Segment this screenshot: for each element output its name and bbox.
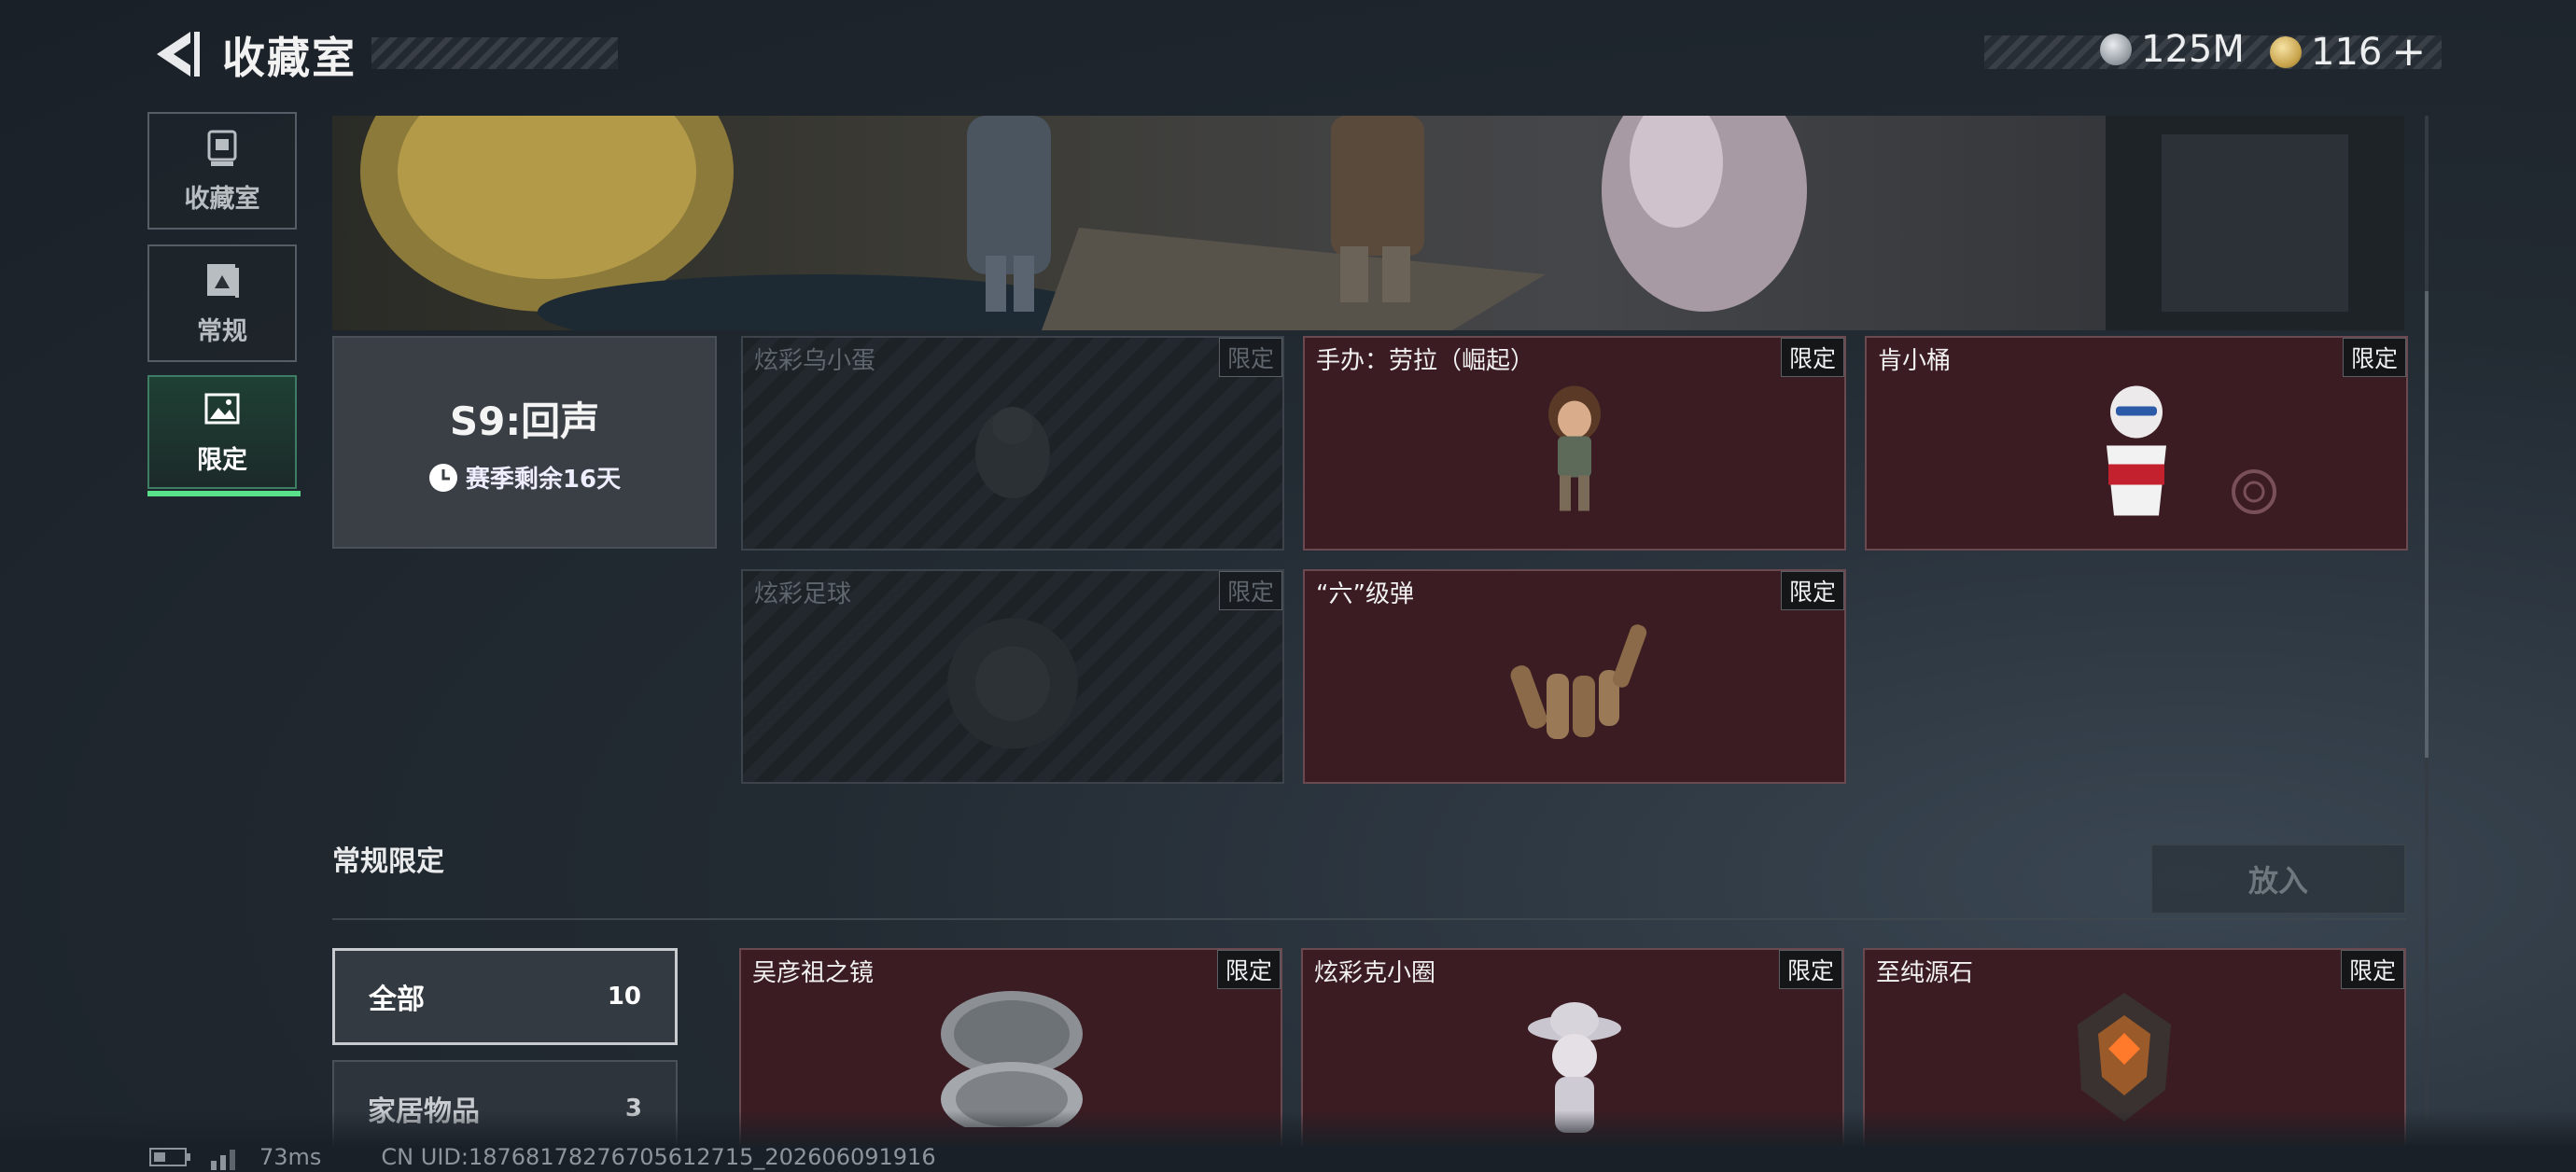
collectible-card[interactable]: 肯小桶 限定 <box>1865 336 2408 551</box>
crystal-stone-icon <box>2078 993 2171 1122</box>
back-arrow-icon <box>157 32 200 77</box>
lara-figure-icon <box>1548 385 1601 511</box>
sidebar-item-collection[interactable]: 收藏室 <box>147 112 297 230</box>
filter-label: 全部 <box>369 984 425 1016</box>
book-icon <box>207 263 239 298</box>
collectible-card[interactable]: 手办：劳拉（崛起） 限定 <box>1303 336 1846 551</box>
trophy-icon <box>207 130 237 166</box>
card-name: 炫彩乌小蛋 <box>754 347 876 375</box>
sidebar-item-limited[interactable]: 限定 <box>147 375 301 496</box>
silver-coin-icon <box>2100 34 2132 65</box>
limited-tag: 限定 <box>1778 950 1842 989</box>
signal-icon <box>211 1150 235 1170</box>
collectible-card[interactable]: “六”级弹 限定 <box>1303 569 1846 784</box>
hand-gesture-figure-icon <box>1510 624 1647 739</box>
section-divider <box>332 918 2406 920</box>
card-name: 吴彦祖之镜 <box>752 959 875 987</box>
clock-icon <box>428 463 457 492</box>
active-indicator <box>147 491 301 496</box>
season-title: S9:回声 <box>449 398 600 444</box>
sidebar-item-label: 常规 <box>197 316 247 346</box>
limited-tag: 限定 <box>1218 338 1282 377</box>
card-name: 炫彩克小圈 <box>1314 959 1436 987</box>
back-button[interactable] <box>149 28 205 80</box>
section-title: 常规限定 <box>332 845 444 878</box>
banner-artwork <box>360 116 2404 330</box>
page-title: 收藏室 <box>222 33 357 83</box>
card-name: “六”级弹 <box>1316 580 1414 608</box>
sidebar-item-label: 限定 <box>197 445 247 475</box>
scrollbar-thumb[interactable] <box>2425 291 2429 758</box>
season-card[interactable]: S9:回声 赛季剩余16天 <box>332 336 717 549</box>
egg-figure-icon <box>975 407 1050 498</box>
battery-icon <box>149 1148 190 1166</box>
silver-amount: 125M <box>2141 28 2245 71</box>
status-footer: 73ms CN UID:18768178276705612715_2026060… <box>149 1144 936 1170</box>
limited-tag: 限定 <box>2340 950 2404 989</box>
collection-banner <box>332 116 2404 330</box>
card-name: 至纯源石 <box>1876 959 1974 987</box>
filter-all[interactable]: 全部 10 <box>332 948 678 1045</box>
target-decoration-icon <box>2232 469 2276 514</box>
season-remaining: 赛季剩余16天 <box>428 460 621 495</box>
card-name: 肯小桶 <box>1878 347 1952 375</box>
sidebar-item-regular[interactable]: 常规 <box>147 244 297 362</box>
silver-currency: 125M <box>2100 28 2245 71</box>
limited-tag: 限定 <box>1780 338 1844 377</box>
card-name: 炫彩足球 <box>754 580 852 608</box>
limited-tag: 限定 <box>1780 571 1844 610</box>
ping-value: 73ms <box>259 1144 322 1170</box>
gold-amount: 116 <box>2311 30 2383 74</box>
gold-currency: 116 + <box>2270 28 2426 76</box>
collectible-card[interactable]: 炫彩足球 限定 <box>741 569 1284 784</box>
limited-tag: 限定 <box>1218 571 1282 610</box>
image-icon <box>204 393 240 424</box>
add-currency-button[interactable]: + <box>2391 28 2426 76</box>
limited-tag: 限定 <box>1216 950 1281 989</box>
mirror-icon <box>941 991 1083 1127</box>
season-remaining-text: 赛季剩余16天 <box>465 466 622 494</box>
sidebar-item-label: 收藏室 <box>184 184 260 214</box>
filter-count: 10 <box>607 983 641 1011</box>
put-in-button[interactable]: 放入 <box>2150 844 2406 914</box>
collectible-card[interactable]: 炫彩乌小蛋 限定 <box>741 336 1284 551</box>
football-icon <box>947 618 1078 749</box>
card-name: 手办：劳拉（崛起） <box>1316 347 1535 375</box>
uid-text: CN UID:18768178276705612715_202606091916 <box>381 1144 936 1170</box>
limited-tag: 限定 <box>2342 338 2406 377</box>
title-decoration <box>371 37 618 69</box>
colonel-bucket-figure-icon <box>2107 385 2166 516</box>
gold-coin-icon <box>2270 35 2302 68</box>
